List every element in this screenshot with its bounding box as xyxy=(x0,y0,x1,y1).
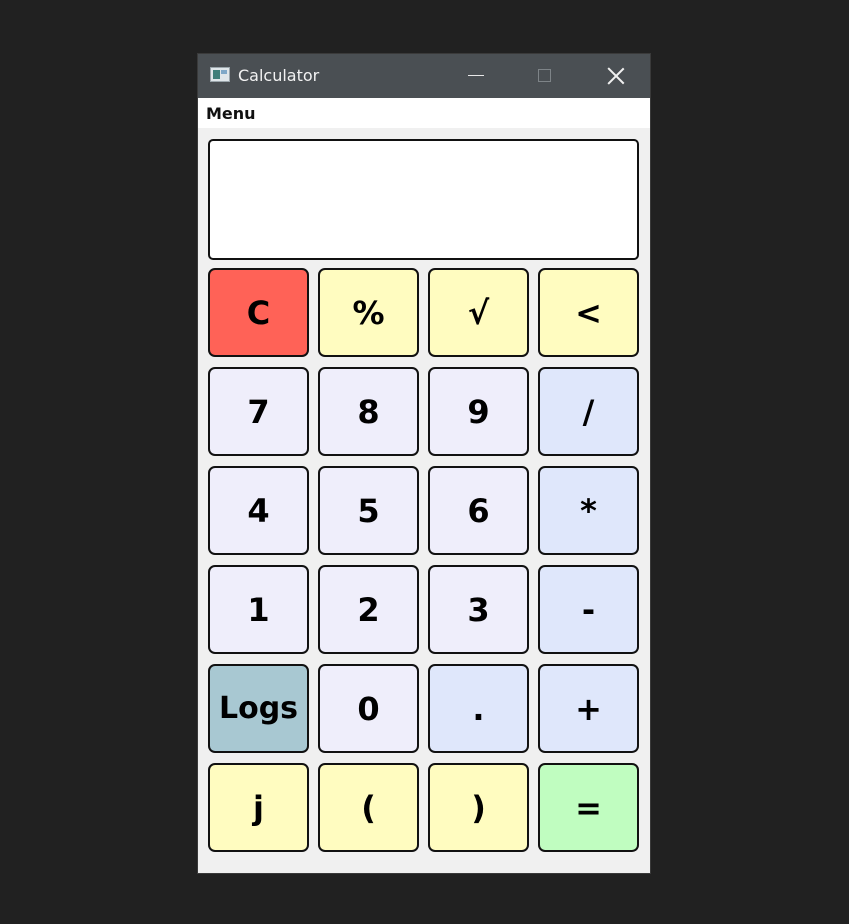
digit-3-button[interactable]: 3 xyxy=(428,565,529,654)
calculator-window: Calculator Menu C % √ < 7 8 9 / 4 5 6 * … xyxy=(198,54,650,873)
decimal-button[interactable]: . xyxy=(428,664,529,753)
backspace-button[interactable]: < xyxy=(538,268,639,357)
maximize-button[interactable] xyxy=(512,54,576,98)
add-button[interactable]: + xyxy=(538,664,639,753)
display-field[interactable] xyxy=(208,139,639,260)
maximize-icon xyxy=(538,69,551,82)
open-paren-button[interactable]: ( xyxy=(318,763,419,852)
minimize-button[interactable] xyxy=(444,54,508,98)
digit-7-button[interactable]: 7 xyxy=(208,367,309,456)
digit-6-button[interactable]: 6 xyxy=(428,466,529,555)
digit-1-button[interactable]: 1 xyxy=(208,565,309,654)
digit-8-button[interactable]: 8 xyxy=(318,367,419,456)
multiply-button[interactable]: * xyxy=(538,466,639,555)
digit-9-button[interactable]: 9 xyxy=(428,367,529,456)
keypad: C % √ < 7 8 9 / 4 5 6 * 1 2 3 - Logs 0 .… xyxy=(208,268,639,852)
title-bar[interactable]: Calculator xyxy=(198,54,650,98)
close-icon xyxy=(607,67,625,85)
menu-item-menu[interactable]: Menu xyxy=(206,105,256,123)
divide-button[interactable]: / xyxy=(538,367,639,456)
digit-2-button[interactable]: 2 xyxy=(318,565,419,654)
logs-button[interactable]: Logs xyxy=(208,664,309,753)
percent-button[interactable]: % xyxy=(318,268,419,357)
close-paren-button[interactable]: ) xyxy=(428,763,529,852)
close-button[interactable] xyxy=(584,54,648,98)
digit-5-button[interactable]: 5 xyxy=(318,466,419,555)
equals-button[interactable]: = xyxy=(538,763,639,852)
clear-button[interactable]: C xyxy=(208,268,309,357)
menu-bar: Menu xyxy=(198,98,650,128)
imaginary-j-button[interactable]: j xyxy=(208,763,309,852)
subtract-button[interactable]: - xyxy=(538,565,639,654)
digit-0-button[interactable]: 0 xyxy=(318,664,419,753)
window-title: Calculator xyxy=(238,66,320,85)
digit-4-button[interactable]: 4 xyxy=(208,466,309,555)
sqrt-button[interactable]: √ xyxy=(428,268,529,357)
calculator-app-icon xyxy=(210,67,230,82)
minimize-icon xyxy=(468,75,484,76)
